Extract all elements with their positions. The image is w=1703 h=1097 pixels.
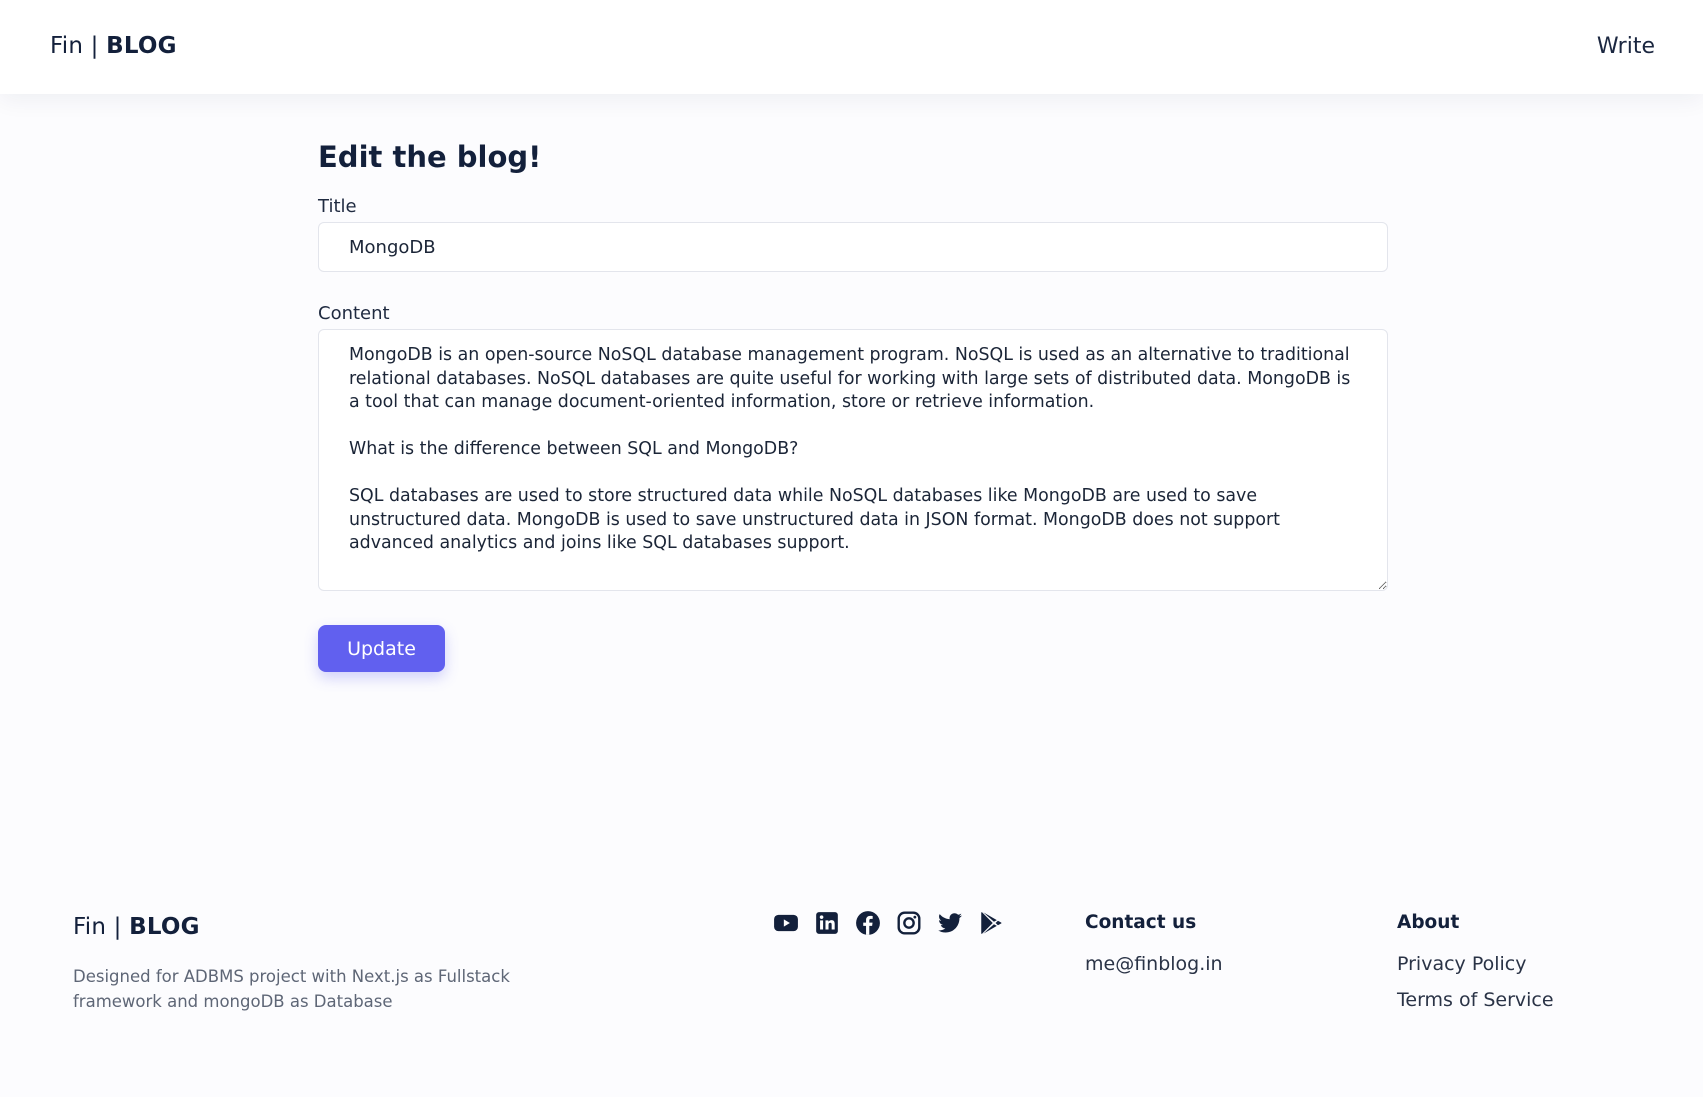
footer-brand-logo[interactable]: Fin | BLOG <box>73 914 200 940</box>
brand-bold: BLOG <box>129 914 200 940</box>
twitter-icon[interactable] <box>937 910 963 936</box>
brand-prefix: Fin | <box>73 914 130 940</box>
header-brand-logo[interactable]: Fin | BLOG <box>50 33 177 59</box>
contact-email-link[interactable]: me@finblog.in <box>1085 953 1223 975</box>
title-label: Title <box>318 196 357 217</box>
update-button[interactable]: Update <box>318 625 445 672</box>
content-textarea[interactable]: MongoDB is an open-source NoSQL database… <box>318 329 1388 591</box>
footer-description: Designed for ADBMS project with Next.js … <box>73 967 510 1011</box>
social-links <box>773 910 1004 936</box>
about-heading: About <box>1397 912 1460 933</box>
terms-of-service-link[interactable]: Terms of Service <box>1397 989 1554 1011</box>
linkedin-icon[interactable] <box>814 910 840 936</box>
title-input[interactable] <box>318 222 1388 272</box>
page-title: Edit the blog! <box>318 140 542 174</box>
facebook-icon[interactable] <box>855 910 881 936</box>
contact-column: Contact us me@finblog.in <box>1085 912 1223 989</box>
brand-prefix: Fin | <box>50 33 107 59</box>
content-label: Content <box>318 303 390 324</box>
edit-blog-form: Edit the blog! Title Content MongoDB is … <box>318 140 1388 672</box>
write-link[interactable]: Write <box>1597 34 1655 59</box>
privacy-policy-link[interactable]: Privacy Policy <box>1397 953 1554 975</box>
instagram-icon[interactable] <box>896 910 922 936</box>
brand-bold: BLOG <box>106 33 177 59</box>
about-column: About Privacy Policy Terms of Service <box>1397 912 1554 1025</box>
play-store-icon[interactable] <box>978 910 1004 936</box>
footer: Fin | BLOG Designed for ADBMS project wi… <box>0 880 1703 1097</box>
contact-heading: Contact us <box>1085 912 1197 933</box>
youtube-icon[interactable] <box>773 910 799 936</box>
top-navbar: Fin | BLOG Write <box>0 0 1703 94</box>
